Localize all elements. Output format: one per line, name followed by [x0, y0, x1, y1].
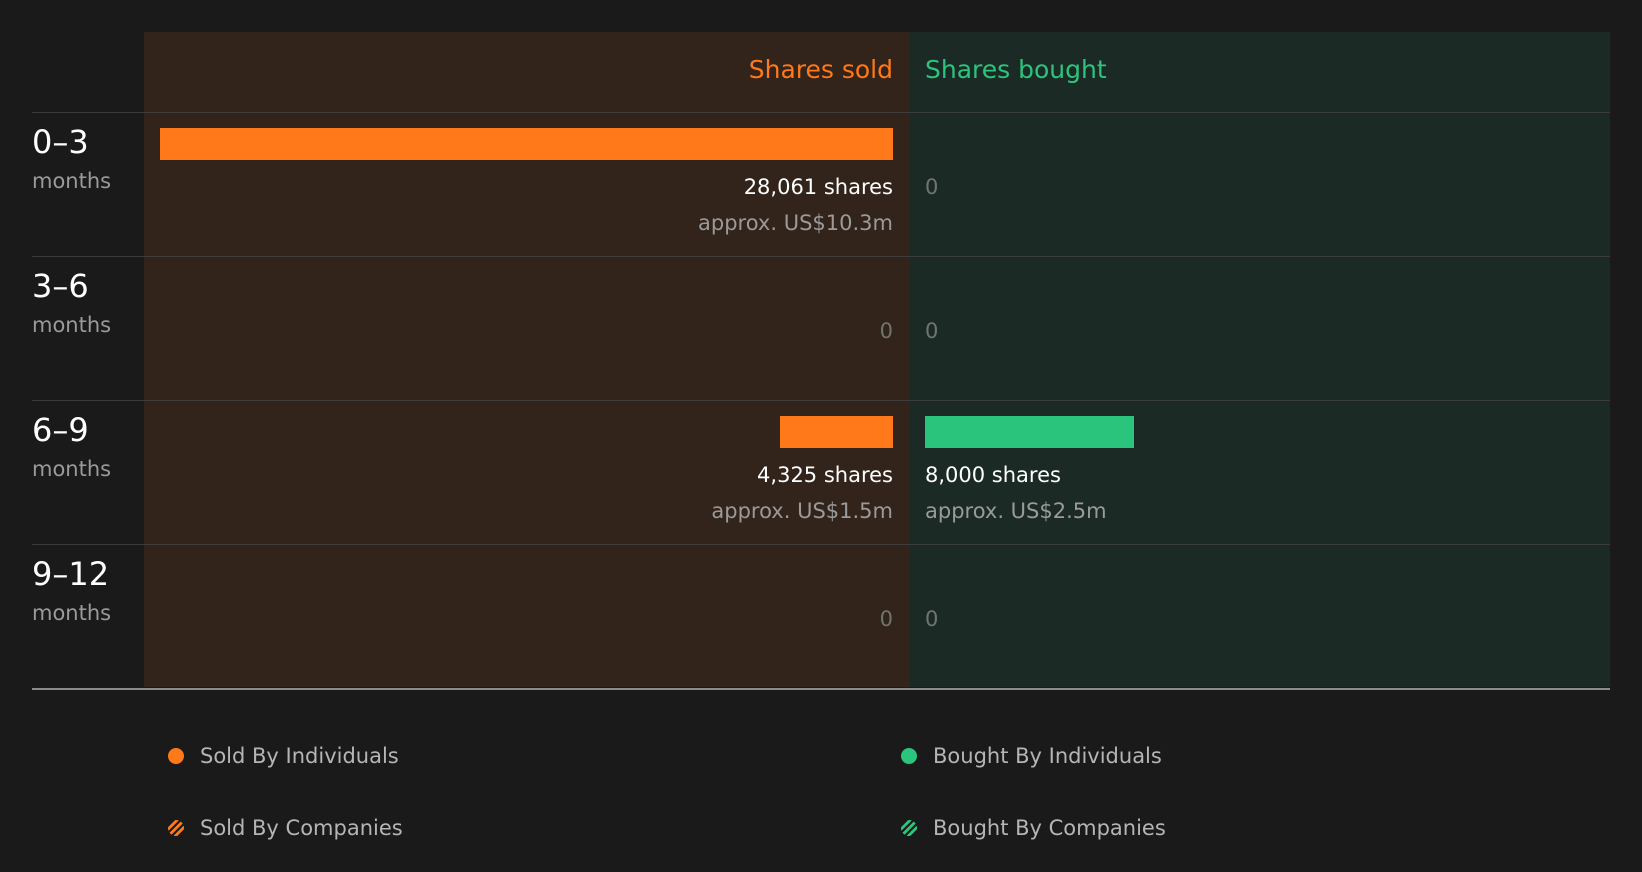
- bought-shares-label: 8,000 shares: [925, 463, 1061, 487]
- period-row: 6–9 months 4,325 shares approx. US$1.5m 8,00…: [0, 400, 1642, 544]
- bought-bar: [925, 416, 1134, 448]
- sold-value-label: approx. US$1.5m: [711, 499, 893, 523]
- period-label: 3–6 months: [32, 266, 111, 340]
- legend-label: Sold By Individuals: [200, 744, 399, 768]
- legend-label: Bought By Individuals: [933, 744, 1162, 768]
- legend-label: Sold By Companies: [200, 816, 403, 840]
- period-row: 3–6 months 0 0: [0, 256, 1642, 400]
- shares-bought-header: Shares bought: [925, 55, 1107, 84]
- period-label: 9–12 months: [32, 554, 111, 628]
- dot-swatch-icon: [168, 748, 184, 764]
- legend-item: Sold By Individuals: [168, 741, 399, 771]
- sold-shares-label: 4,325 shares: [757, 463, 893, 487]
- period-label: 0–3 months: [32, 122, 111, 196]
- legend-label: Bought By Companies: [933, 816, 1166, 840]
- chart-baseline: [32, 688, 1610, 690]
- bought-zero-label: 0: [925, 175, 939, 199]
- period-range: 6–9: [32, 411, 89, 449]
- period-unit: months: [32, 169, 112, 193]
- bought-zero-label: 0: [925, 607, 939, 631]
- period-range: 3–6: [32, 267, 89, 305]
- hatched-swatch-icon: [901, 820, 917, 836]
- sold-bar: [160, 128, 893, 160]
- shares-sold-header: Shares sold: [748, 55, 893, 84]
- period-row: 9–12 months 0 0: [0, 544, 1642, 688]
- dot-swatch-icon: [901, 748, 917, 764]
- sold-shares-label: 28,061 shares: [743, 175, 893, 199]
- period-unit: months: [32, 313, 112, 337]
- period-range: 9–12: [32, 555, 110, 593]
- sold-bar: [780, 416, 893, 448]
- legend-item: Bought By Individuals: [901, 741, 1162, 771]
- sold-zero-label: 0: [879, 607, 893, 631]
- bought-value-label: approx. US$2.5m: [925, 499, 1107, 523]
- period-range: 0–3: [32, 123, 89, 161]
- sold-zero-label: 0: [879, 319, 893, 343]
- sold-value-label: approx. US$10.3m: [698, 211, 893, 235]
- bought-zero-label: 0: [925, 319, 939, 343]
- period-unit: months: [32, 457, 112, 481]
- period-row: 0–3 months 28,061 shares approx. US$10.3m 0: [0, 112, 1642, 256]
- legend-item: Bought By Companies: [901, 813, 1166, 843]
- legend-item: Sold By Companies: [168, 813, 403, 843]
- hatched-swatch-icon: [168, 820, 184, 836]
- period-unit: months: [32, 601, 112, 625]
- period-label: 6–9 months: [32, 410, 111, 484]
